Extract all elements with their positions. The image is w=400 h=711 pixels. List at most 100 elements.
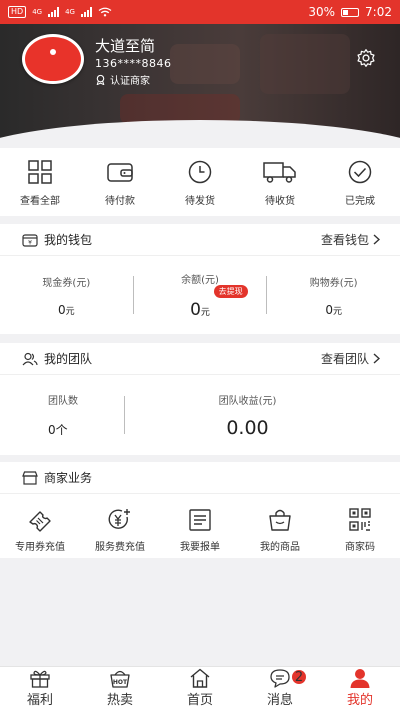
team-title-text: 我的团队 (44, 352, 93, 366)
order-pending-receipt-label: 待收货 (265, 196, 295, 207)
svg-text:¥: ¥ (28, 239, 32, 246)
order-all[interactable]: 查看全部 (0, 148, 80, 216)
order-status-bar: 查看全部 待付款 待发货 待收货 已完成 (0, 148, 400, 216)
team-income[interactable]: 团队收益(元) 0.00 (125, 392, 400, 439)
view-team-link[interactable]: 查看团队 (321, 350, 380, 367)
form-icon (189, 509, 211, 531)
shopping-coupon[interactable]: 购物券(元) 0元 (267, 274, 400, 317)
tab-home-label: 首页 (186, 693, 213, 708)
order-completed[interactable]: 已完成 (320, 148, 400, 216)
team-count-value: 0个 (48, 423, 68, 437)
tab-messages[interactable]: 2 消息 (240, 667, 320, 711)
wifi-icon (98, 7, 112, 17)
wallet-header: ¥ 我的钱包 查看钱包 (0, 224, 400, 256)
hot-label: HOT (113, 679, 128, 686)
message-count-badge: 2 (292, 670, 306, 685)
team-body: 团队数 0个 团队收益(元) 0.00 (0, 375, 400, 455)
wallet-title: ¥ 我的钱包 (22, 231, 92, 248)
business-card: 商家业务 专用券充值 服务费充值 我要报单 我的商品 商家码 (0, 462, 400, 558)
shopping-coupon-label: 购物券(元) (309, 277, 358, 289)
wallet-icon (107, 163, 133, 182)
check-circle-icon (348, 160, 372, 184)
hot-basket-icon: HOT (110, 670, 130, 688)
signal-2-icon (80, 7, 92, 17)
status-left: HD 4G 4G (8, 6, 112, 18)
bottom-tab-bar: 福利 HOT 热卖 首页 2 消息 我的 (0, 666, 400, 711)
service-fee-recharge[interactable]: 服务费充值 (80, 508, 160, 553)
team-title: 我的团队 (22, 350, 92, 367)
service-fee-recharge-label: 服务费充值 (95, 542, 145, 553)
team-count-label: 团队数 (48, 396, 78, 407)
header-bg-decoration (260, 34, 350, 94)
grid-icon (28, 160, 52, 184)
merchant-code-label: 商家码 (345, 542, 375, 553)
chevron-right-icon (373, 353, 380, 364)
tab-welfare[interactable]: 福利 (0, 667, 80, 711)
wallet-icon: ¥ (22, 233, 38, 247)
battery-percent: 30% (308, 5, 336, 19)
order-pending-payment-label: 待付款 (105, 196, 135, 207)
special-coupon-recharge[interactable]: 专用券充值 (0, 508, 80, 553)
my-products-label: 我的商品 (260, 542, 300, 553)
tab-home[interactable]: 首页 (160, 667, 240, 711)
my-products[interactable]: 我的商品 (240, 508, 320, 553)
tab-welfare-label: 福利 (26, 693, 53, 708)
special-coupon-recharge-label: 专用券充值 (15, 542, 65, 553)
wallet-card: ¥ 我的钱包 查看钱包 现金券(元) 0元 余额(元) 去提现 0元 购物券(元… (0, 224, 400, 334)
person-icon (350, 669, 370, 688)
team-icon (22, 352, 38, 365)
business-title: 商家业务 (22, 469, 92, 486)
battery-icon (341, 7, 360, 17)
team-count[interactable]: 团队数 0个 (0, 392, 124, 438)
signal-1-icon (48, 7, 60, 17)
order-pending-receipt[interactable]: 待收货 (240, 148, 320, 216)
avatar[interactable] (22, 34, 84, 84)
order-completed-label: 已完成 (345, 196, 375, 207)
view-wallet-link[interactable]: 查看钱包 (321, 231, 380, 248)
signal-1-label: 4G (32, 8, 43, 16)
view-team-label: 查看团队 (320, 352, 369, 366)
submit-order[interactable]: 我要报单 (160, 508, 240, 553)
qrcode-icon (349, 508, 371, 531)
cash-coupon-value: 0元 (58, 302, 75, 317)
order-pending-payment[interactable]: 待付款 (80, 148, 160, 216)
user-phone: 136****8846 (95, 57, 172, 70)
team-income-label: 团队收益(元) (218, 395, 277, 407)
tab-mine-label: 我的 (346, 693, 373, 708)
status-bar: HD 4G 4G 30% 7:02 (0, 0, 400, 24)
gift-icon (30, 670, 50, 688)
tab-hot-label: 热卖 (106, 693, 133, 708)
team-income-value: 0.00 (226, 416, 269, 439)
verified-label: 认证商家 (110, 76, 150, 87)
order-pending-shipment[interactable]: 待发货 (160, 148, 240, 216)
tab-messages-label: 消息 (266, 693, 293, 708)
clock: 7:02 (365, 5, 392, 19)
verified-merchant-tag: 认证商家 (95, 72, 150, 87)
business-header: 商家业务 (0, 462, 400, 494)
chevron-right-icon (373, 234, 380, 245)
tab-mine[interactable]: 我的 (320, 667, 400, 711)
tab-hot[interactable]: HOT 热卖 (80, 667, 160, 711)
withdraw-button[interactable]: 去提现 (213, 284, 248, 298)
header-bg-decoration (170, 44, 240, 84)
wallet-body: 现金券(元) 0元 余额(元) 去提现 0元 购物券(元) 0元 (0, 256, 400, 334)
cash-coupon[interactable]: 现金券(元) 0元 (0, 274, 133, 317)
home-icon (190, 668, 210, 688)
merchant-code[interactable]: 商家码 (320, 508, 400, 553)
gear-icon[interactable] (356, 48, 376, 68)
yuan-plus-icon (108, 509, 130, 529)
order-all-label: 查看全部 (20, 196, 60, 207)
bag-icon (269, 509, 291, 531)
wallet-title-text: 我的钱包 (44, 233, 93, 247)
truck-icon (263, 162, 296, 183)
view-wallet-label: 查看钱包 (320, 233, 369, 247)
team-header: 我的团队 查看团队 (0, 343, 400, 375)
cash-coupon-label: 现金券(元) (42, 277, 91, 289)
business-grid: 专用券充值 服务费充值 我要报单 我的商品 商家码 (0, 494, 400, 553)
store-icon (22, 470, 38, 485)
clock-icon (188, 160, 212, 184)
balance[interactable]: 余额(元) 去提现 0元 (134, 271, 267, 320)
user-name: 大道至简 (95, 37, 156, 55)
balance-value: 0元 (190, 299, 210, 320)
chat-icon (270, 669, 290, 688)
